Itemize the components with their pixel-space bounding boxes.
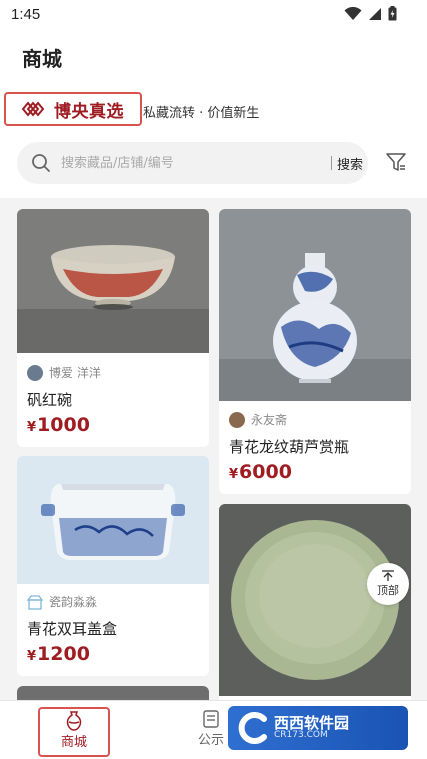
tab-notice[interactable]: 公示 (198, 709, 224, 748)
filter-icon[interactable] (385, 151, 407, 173)
search-button[interactable]: 搜索 (337, 154, 363, 173)
shop-info: 永友斋 (229, 411, 287, 428)
signal-icon (369, 7, 381, 20)
page-title: 商城 (22, 47, 62, 71)
header: 商城 博央真选 私藏流转 · 价值新生 搜索 (0, 30, 427, 198)
watermark-c-icon (238, 712, 267, 744)
watermark-title: 西西软件园 (274, 713, 350, 732)
price-currency: ¥ (27, 420, 37, 435)
product-image (219, 209, 411, 401)
vase-tab-icon (66, 711, 82, 731)
shop-info: 瓷韵淼淼 (27, 593, 97, 610)
product-grid: 博爱 洋洋 矾红碗 ¥1000 永友斋 青花龙纹葫芦赏瓶 ¥6000 瓷韵淼淼 … (0, 198, 427, 700)
watermark-url: CR173.COM (274, 730, 328, 741)
wifi-icon (344, 6, 362, 20)
status-bar: 1:45 (0, 0, 427, 30)
tab-mall[interactable]: 商城 (38, 707, 110, 757)
back-to-top-button[interactable]: 顶部 (367, 563, 409, 605)
back-to-top-label: 顶部 (377, 584, 399, 597)
product-image (17, 209, 209, 353)
shop-name: 博爱 洋洋 (49, 366, 101, 380)
search-divider (331, 156, 332, 170)
brand-badge[interactable]: 博央真选 (4, 92, 142, 126)
search-bar: 搜索 (17, 142, 368, 184)
brand-name: 博央真选 (54, 101, 124, 122)
product-name: 青花龙纹葫芦赏瓶 (229, 438, 350, 456)
product-price: ¥1200 (27, 643, 90, 665)
product-image (17, 686, 209, 700)
tab-notice-label: 公示 (198, 733, 225, 748)
product-card[interactable]: 永友斋 青花龙纹葫芦赏瓶 ¥6000 (219, 209, 411, 494)
product-price: ¥1000 (27, 414, 90, 436)
price-value: 1000 (37, 414, 90, 436)
price-currency: ¥ (27, 649, 37, 664)
product-card[interactable]: 博爱 洋洋 矾红碗 ¥1000 (17, 209, 209, 447)
product-image (17, 456, 209, 584)
brand-slogan: 私藏流转 · 价值新生 (143, 106, 260, 121)
knot-logo-icon (21, 101, 45, 117)
notice-tab-icon (203, 710, 219, 728)
product-name: 青花双耳盖盒 (27, 620, 118, 638)
tab-mall-label: 商城 (60, 735, 87, 750)
search-input[interactable] (61, 152, 311, 174)
shop-avatar (229, 411, 245, 428)
status-icons (344, 6, 397, 21)
shop-store-icon (27, 594, 43, 610)
arrow-up-icon (382, 570, 394, 581)
shop-avatar (27, 364, 43, 381)
price-value: 6000 (239, 461, 292, 483)
watermark-logo: 西西软件园 CR173.COM (228, 706, 408, 750)
shop-info: 博爱 洋洋 (27, 364, 101, 381)
product-price: ¥6000 (229, 461, 292, 483)
product-name: 矾红碗 (27, 391, 73, 409)
search-icon (32, 154, 50, 172)
shop-name: 永友斋 (251, 413, 288, 427)
shop-name: 瓷韵淼淼 (49, 595, 98, 609)
watermark-text-block: 西西软件园 CR173.COM (274, 715, 349, 741)
battery-icon (388, 6, 397, 21)
price-currency: ¥ (229, 467, 239, 482)
status-time: 1:45 (11, 6, 41, 23)
product-card[interactable] (17, 686, 209, 700)
product-card[interactable]: 瓷韵淼淼 青花双耳盖盒 ¥1200 (17, 456, 209, 676)
price-value: 1200 (37, 643, 90, 665)
